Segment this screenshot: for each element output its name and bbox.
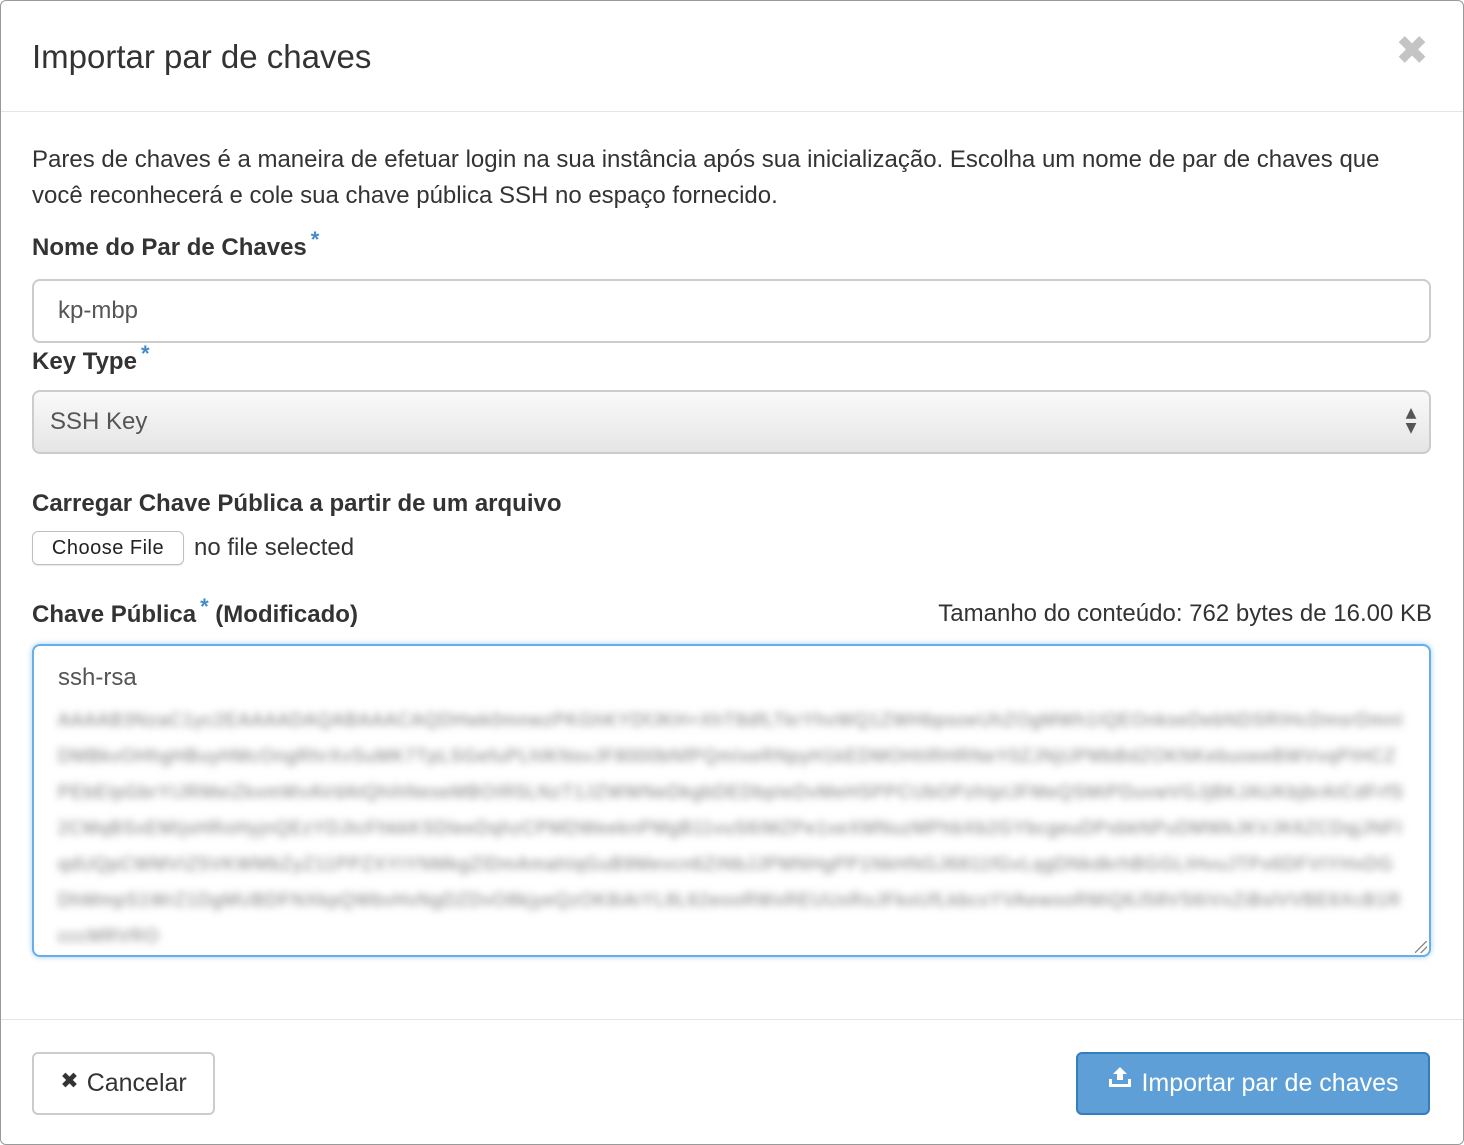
required-marker: *	[200, 594, 209, 619]
public-key-blurred-content: AAAAB3NzaC1yc2EAAAADAQABAAACAQDHwk0mnwzP…	[58, 710, 1404, 946]
modified-note: (Modificado)	[215, 601, 358, 628]
key-type-selected-value: SSH Key	[50, 408, 148, 435]
modal-footer: ✖ Cancelar Importar par de chaves	[1, 1019, 1463, 1144]
select-arrows-icon: ▲ ▼	[1405, 405, 1417, 436]
keypair-name-input[interactable]	[32, 279, 1431, 343]
modal-header: Importar par de chaves ✖	[1, 1, 1463, 112]
import-keypair-modal: Importar par de chaves ✖ Pares de chaves…	[0, 0, 1464, 1145]
close-icon: ✖	[1395, 28, 1429, 74]
cancel-button[interactable]: ✖ Cancelar	[32, 1052, 215, 1115]
x-icon: ✖	[60, 1068, 79, 1094]
keypair-name-label: Nome do Par de Chaves *	[32, 227, 320, 261]
close-button[interactable]: ✖	[1395, 31, 1429, 71]
cancel-button-label: Cancelar	[86, 1069, 187, 1097]
resize-grip-icon[interactable]	[1415, 941, 1427, 953]
required-marker: *	[140, 341, 150, 366]
import-button-label: Importar par de chaves	[1141, 1069, 1399, 1097]
key-type-select[interactable]: SSH Key ▲ ▼	[32, 390, 1431, 454]
content-size-info: Tamanho do conteúdo: 762 bytes de 16.00 …	[938, 600, 1432, 627]
choose-file-button[interactable]: Choose File	[32, 531, 184, 565]
import-keypair-button[interactable]: Importar par de chaves	[1076, 1052, 1430, 1115]
upload-icon	[1107, 1052, 1133, 1111]
file-status: no file selected	[194, 534, 355, 561]
modal-title: Importar par de chaves	[32, 38, 372, 75]
public-key-label: Chave Pública * (Modificado)	[32, 594, 358, 628]
file-upload-label: Carregar Chave Pública a partir de um ar…	[32, 490, 562, 517]
public-key-type-line: ssh-rsa	[58, 664, 137, 691]
required-marker: *	[310, 227, 320, 252]
key-type-label: Key Type *	[32, 341, 150, 375]
help-text: Pares de chaves é a maneira de efetuar l…	[32, 146, 1380, 209]
public-key-textarea[interactable]: ssh-rsa AAAAB3NzaC1yc2EAAAADAQABAAACAQDH…	[32, 644, 1431, 957]
